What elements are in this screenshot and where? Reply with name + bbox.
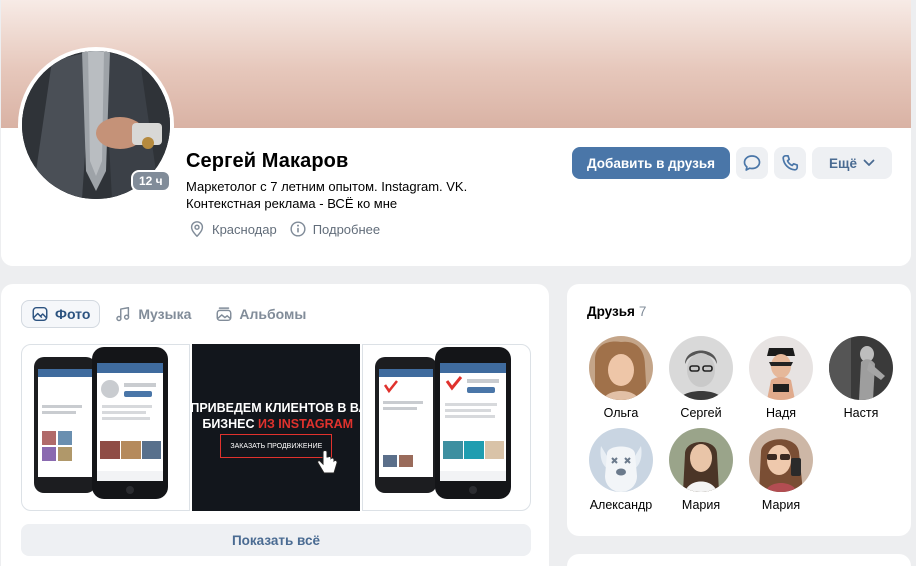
tab-albums[interactable]: Альбомы — [205, 300, 316, 328]
promo-line-2: БИЗНЕС — [202, 417, 258, 431]
details-link[interactable]: Подробнее — [289, 220, 380, 238]
friend-item[interactable]: Мария — [661, 428, 741, 512]
friend-avatar — [669, 336, 733, 400]
media-tabs: Фото Музыка Альбомы — [21, 300, 316, 328]
info-icon — [290, 221, 306, 237]
friend-name: Настя — [843, 406, 879, 420]
tab-photos[interactable]: Фото — [21, 300, 101, 328]
tab-albums-label: Альбомы — [239, 306, 307, 322]
photo-strip: ПРИВЕДЕМ КЛИЕНТОВ В ВАШ БИЗНЕС ИЗ INSTAG… — [21, 344, 531, 511]
city-label: Краснодар — [212, 221, 277, 237]
location-pin-icon — [190, 221, 204, 238]
friend-item[interactable]: Надя — [741, 336, 821, 420]
friend-item[interactable]: Мария — [741, 428, 821, 512]
friend-name: Мария — [761, 498, 801, 512]
friend-item[interactable]: Настя — [821, 336, 901, 420]
message-button[interactable] — [736, 147, 768, 179]
media-card: Фото Музыка Альбомы ПРИВЕДЕМ КЛИЕНТОВ В … — [1, 284, 549, 566]
friend-avatar — [829, 336, 893, 400]
friend-avatar — [749, 336, 813, 400]
promo-order-label: ЗАКАЗАТЬ ПРОДВИЖЕНИЕ — [230, 442, 323, 450]
phone-icon — [782, 154, 799, 171]
friend-avatar — [669, 428, 733, 492]
promo-line-2-accent: ИЗ INSTAGRAM — [258, 417, 354, 431]
profile-name: Сергей Макаров — [186, 150, 349, 172]
photo-thumbnail[interactable] — [361, 344, 531, 511]
vk-deactivated-dog-avatar — [589, 428, 653, 492]
photo-icon — [32, 306, 48, 322]
friends-grid: Ольга Сергей Надя Настя Александр Мария … — [581, 336, 901, 512]
friend-name: Александр — [589, 498, 653, 512]
music-icon — [116, 306, 130, 322]
friend-item[interactable]: Александр — [581, 428, 661, 512]
friend-avatar — [749, 428, 813, 492]
friend-name: Мария — [681, 498, 721, 512]
show-all-photos-button[interactable]: Показать всё — [21, 524, 531, 556]
friend-name: Ольга — [603, 406, 639, 420]
message-icon — [743, 155, 761, 171]
add-friend-button[interactable]: Добавить в друзья — [572, 147, 730, 179]
promo-line-1: ПРИВЕДЕМ КЛИЕНТОВ В ВАШ — [192, 401, 359, 415]
profile-status: Маркетолог с 7 летним опытом. Instagram.… — [186, 179, 468, 211]
friend-item[interactable]: Ольга — [581, 336, 661, 420]
friend-avatar — [589, 336, 653, 400]
friend-item[interactable]: Сергей — [661, 336, 741, 420]
more-label: Ещё — [829, 155, 857, 171]
tab-music[interactable]: Музыка — [104, 300, 201, 328]
friends-count: 7 — [638, 304, 647, 319]
friend-name: Сергей — [680, 406, 722, 420]
friends-header-link[interactable]: Друзья 7 — [587, 304, 646, 319]
hand-cursor-icon — [317, 450, 338, 474]
details-label: Подробнее — [312, 221, 381, 237]
city-link[interactable]: Краснодар — [188, 220, 277, 238]
tab-music-label: Музыка — [138, 306, 192, 322]
next-section-card — [567, 554, 911, 566]
albums-icon — [216, 307, 232, 322]
friend-name: Надя — [765, 406, 797, 420]
friends-card: Друзья 7 Ольга Сергей Надя Настя Алексан… — [567, 284, 911, 536]
call-button[interactable] — [774, 147, 806, 179]
last-seen-badge: 12 ч — [131, 170, 171, 192]
friends-title: Друзья — [587, 304, 635, 319]
profile-meta: Краснодар Подробнее — [188, 220, 380, 238]
photo-thumbnail-promo[interactable]: ПРИВЕДЕМ КЛИЕНТОВ В ВАШ БИЗНЕС ИЗ INSTAG… — [192, 344, 360, 511]
tab-photos-label: Фото — [55, 306, 91, 322]
more-button[interactable]: Ещё — [812, 147, 892, 179]
photo-thumbnail[interactable] — [21, 344, 191, 511]
chevron-down-icon — [863, 159, 875, 166]
